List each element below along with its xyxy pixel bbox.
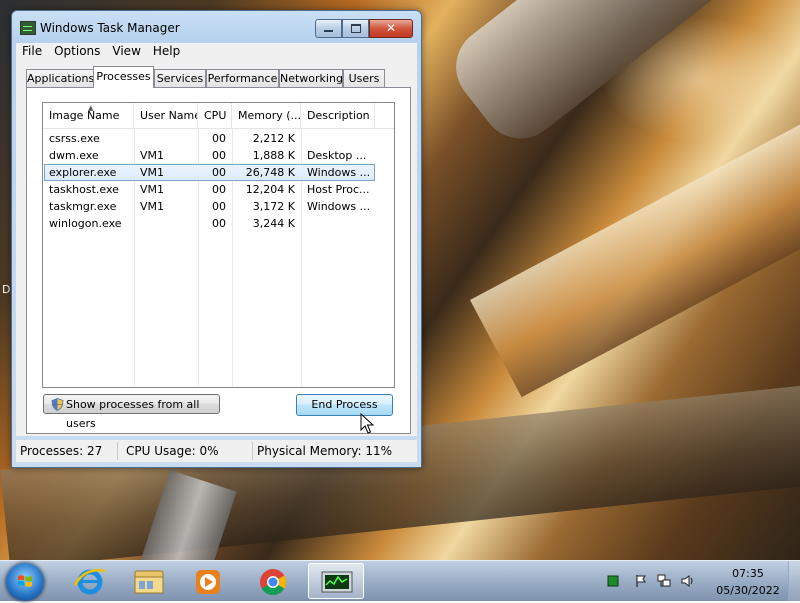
process-user-cell: VM1	[140, 166, 165, 179]
tab-networking[interactable]: Networking	[279, 69, 343, 87]
process-list-header: ▲ Image Name User Name CPU Memory (... D…	[43, 103, 394, 129]
process-user-cell	[134, 130, 198, 147]
menu-bar: File Options View Help	[16, 43, 417, 61]
process-cpu-cell: 00	[212, 183, 226, 196]
process-cpu-cell: 00	[212, 132, 226, 145]
process-cpu-cell: 00	[212, 149, 226, 162]
process-image-cell: taskmgr.exe	[49, 200, 117, 213]
end-process-button[interactable]: End Process	[296, 394, 393, 416]
menu-help[interactable]: Help	[147, 43, 186, 59]
column-cpu[interactable]: CPU	[198, 103, 232, 128]
menu-file[interactable]: File	[16, 43, 48, 59]
process-memory-cell: 1,888 K	[252, 149, 295, 162]
internet-explorer-icon	[73, 569, 106, 595]
action-center-flag-icon[interactable]	[634, 574, 648, 588]
processes-panel: ▲ Image Name User Name CPU Memory (... D…	[26, 87, 411, 434]
window-client-area: Applications Processes Services Performa…	[16, 61, 417, 436]
tab-users[interactable]: Users	[343, 69, 385, 87]
process-user-cell	[134, 215, 198, 232]
column-memory[interactable]: Memory (...	[232, 103, 301, 128]
tray-app-icon[interactable]	[606, 574, 620, 588]
close-icon: ✕	[385, 21, 397, 35]
status-physical-memory: Physical Memory: 11%	[257, 444, 393, 458]
process-description-cell: Host Proc...	[307, 183, 370, 196]
process-row[interactable]: csrss.exe 00 2,212 K	[43, 130, 394, 147]
close-button[interactable]: ✕	[369, 19, 413, 38]
tab-services[interactable]: Services	[154, 69, 206, 87]
minimize-icon	[324, 30, 333, 32]
process-memory-cell: 26,748 K	[245, 166, 295, 179]
process-user-cell: VM1	[140, 200, 165, 213]
volume-icon[interactable]	[681, 574, 695, 588]
status-processes: Processes: 27	[16, 442, 118, 460]
process-list[interactable]: ▲ Image Name User Name CPU Memory (... D…	[42, 102, 395, 388]
taskbar: 07:35 05/30/2022	[0, 560, 800, 601]
column-user-name[interactable]: User Name	[134, 103, 198, 128]
status-bar: Processes: 27 CPU Usage: 0% Physical Mem…	[16, 440, 417, 462]
media-player-icon	[196, 570, 220, 594]
process-description-cell	[301, 215, 375, 232]
process-row[interactable]: explorer.exe VM1 00 26,748 K Windows ...	[44, 164, 375, 181]
process-user-cell: VM1	[140, 183, 165, 196]
process-description-cell	[301, 130, 375, 147]
window-title: Windows Task Manager	[40, 21, 180, 35]
clock-date[interactable]: 05/30/2022	[713, 584, 783, 597]
column-image-name[interactable]: Image Name	[43, 103, 134, 128]
show-desktop-button[interactable]	[788, 561, 800, 601]
task-manager-window[interactable]: Windows Task Manager ✕ File Options View He…	[11, 10, 422, 468]
show-all-processes-label: Show processes from all users	[66, 398, 200, 430]
internet-explorer-taskbar-button[interactable]	[65, 563, 115, 599]
tab-applications[interactable]: Applications	[26, 69, 94, 87]
task-manager-app-icon[interactable]	[20, 21, 36, 35]
maximize-icon	[351, 24, 361, 33]
process-memory-cell: 12,204 K	[245, 183, 295, 196]
process-row[interactable]: dwm.exe VM1 00 1,888 K Desktop ...	[43, 147, 394, 164]
process-memory-cell: 3,172 K	[252, 200, 295, 213]
process-image-cell: taskhost.exe	[49, 183, 119, 196]
windows-logo-icon	[18, 575, 32, 587]
process-cpu-cell: 00	[212, 217, 226, 230]
process-description-cell: Windows ...	[307, 166, 371, 179]
media-player-taskbar-button[interactable]	[183, 563, 233, 599]
process-image-cell: explorer.exe	[49, 166, 117, 179]
task-manager-icon	[321, 571, 353, 593]
wallpaper-shape	[470, 102, 800, 398]
process-memory-cell: 2,212 K	[252, 132, 295, 145]
process-memory-cell: 3,244 K	[252, 217, 295, 230]
process-cpu-cell: 00	[212, 200, 226, 213]
maximize-button[interactable]	[342, 19, 369, 38]
mouse-pointer-icon	[360, 413, 375, 434]
clock-time[interactable]: 07:35	[718, 567, 778, 580]
desktop-edge-text: D	[2, 283, 11, 296]
process-image-cell: winlogon.exe	[49, 217, 122, 230]
show-all-processes-button[interactable]: Show processes from all users	[43, 394, 220, 430]
process-row[interactable]: taskmgr.exe VM1 00 3,172 K Windows ...	[43, 198, 394, 215]
process-description-cell: Windows ...	[307, 200, 371, 213]
column-description[interactable]: Description	[301, 103, 375, 128]
process-user-cell: VM1	[140, 149, 165, 162]
task-manager-taskbar-button[interactable]	[308, 563, 364, 599]
process-cpu-cell: 00	[212, 166, 226, 179]
menu-options[interactable]: Options	[48, 43, 106, 59]
process-image-cell: dwm.exe	[49, 149, 99, 162]
chrome-taskbar-button[interactable]	[248, 563, 298, 599]
title-bar[interactable]: Windows Task Manager ✕	[12, 11, 421, 43]
wallpaper-shape	[440, 0, 800, 155]
process-row[interactable]: winlogon.exe 00 3,244 K	[43, 215, 394, 232]
network-icon[interactable]	[657, 574, 671, 588]
uac-shield-icon	[51, 398, 64, 411]
tab-processes[interactable]: Processes	[93, 66, 154, 88]
process-description-cell: Desktop ...	[307, 149, 367, 162]
menu-view[interactable]: View	[106, 43, 146, 59]
status-cpu-usage: CPU Usage: 0%	[122, 442, 253, 460]
windows-explorer-taskbar-button[interactable]	[124, 563, 174, 599]
minimize-button[interactable]	[315, 19, 342, 38]
process-image-cell: csrss.exe	[49, 132, 100, 145]
chrome-icon	[260, 569, 287, 596]
process-row[interactable]: taskhost.exe VM1 00 12,204 K Host Proc...	[43, 181, 394, 198]
tab-performance[interactable]: Performance	[206, 69, 279, 87]
folder-icon	[134, 570, 164, 594]
start-button[interactable]	[6, 563, 44, 601]
